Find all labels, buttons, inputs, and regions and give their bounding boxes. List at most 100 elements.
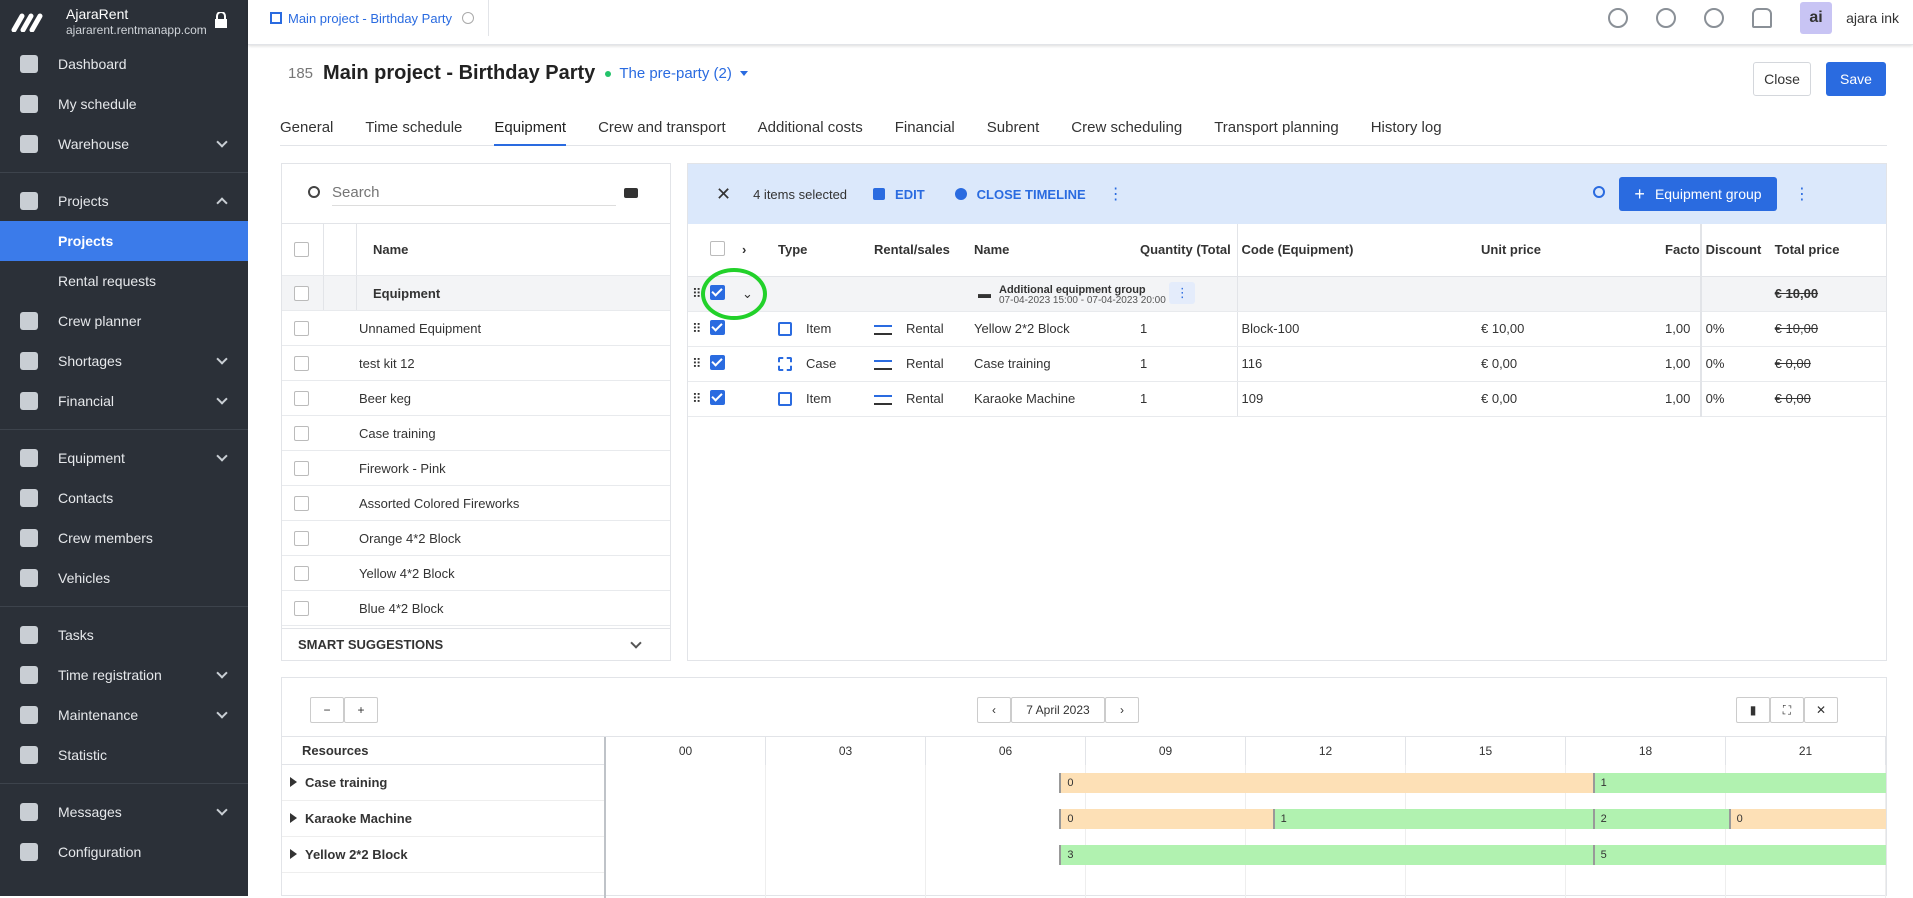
sidebar-item-statistic[interactable]: Statistic <box>0 735 248 775</box>
availability-bar[interactable]: 0 <box>1728 809 1886 829</box>
row-quantity[interactable]: 1 <box>1136 381 1237 417</box>
row-checkbox[interactable] <box>294 600 309 616</box>
resource-row[interactable]: Case training <box>282 765 604 801</box>
availability-bar[interactable]: 0 <box>1059 773 1593 793</box>
close-timeline-button[interactable]: CLOSE TIMELINE <box>954 187 1086 202</box>
tab-history-log[interactable]: History log <box>1371 118 1442 146</box>
tab-transport-planning[interactable]: Transport planning <box>1214 118 1339 146</box>
sidebar-item-time-registration[interactable]: Time registration <box>0 655 248 695</box>
tab-time-schedule[interactable]: Time schedule <box>365 118 462 146</box>
row-unit-price[interactable]: € 10,00 <box>1477 311 1661 347</box>
sidebar-item-warehouse[interactable]: Warehouse <box>0 124 248 164</box>
availability-bar[interactable]: 3 <box>1059 845 1593 865</box>
availability-bar[interactable]: 0 <box>1059 809 1273 829</box>
row-checkbox[interactable] <box>294 285 309 301</box>
availability-bar[interactable]: 5 <box>1592 845 1886 865</box>
row-checkbox[interactable] <box>294 390 309 406</box>
next-day-button[interactable]: › <box>1105 697 1139 723</box>
row-checkbox[interactable] <box>294 565 309 581</box>
group-row[interactable]: ⠿ ⌄ ▬ Additional equipment group 07-04-202… <box>688 276 1886 312</box>
tab-additional-costs[interactable]: Additional costs <box>758 118 863 146</box>
close-timeline-icon[interactable]: ✕ <box>1804 697 1838 723</box>
row-unit-price[interactable]: € 0,00 <box>1477 381 1661 417</box>
list-item[interactable]: Assorted Colored Fireworks <box>282 486 670 521</box>
sidebar-item-maintenance[interactable]: Maintenance <box>0 695 248 735</box>
sidebar-item-crew-members[interactable]: Crew members <box>0 518 248 558</box>
avatar[interactable]: ai <box>1800 2 1833 34</box>
row-factor[interactable]: 1,00 <box>1661 381 1702 417</box>
sidebar-item-tasks[interactable]: Tasks <box>0 615 248 655</box>
sidebar-item-equipment[interactable]: Equipment <box>0 438 248 478</box>
row-quantity[interactable]: 1 <box>1136 311 1237 347</box>
more-options-icon[interactable]: ⋮ <box>1108 184 1124 204</box>
add-equipment-group-button[interactable]: + Equipment group <box>1619 177 1777 211</box>
column-header-discount[interactable]: Discount <box>1700 224 1771 277</box>
row-name[interactable]: Case training <box>970 346 1136 382</box>
expand-icon[interactable] <box>290 813 297 823</box>
table-row[interactable]: ⠿ Item Rental Karaoke Machine 1 109 € 0,… <box>688 381 1886 417</box>
sidebar-item-rental-requests[interactable]: Rental requests <box>0 261 248 301</box>
row-name[interactable]: Karaoke Machine <box>970 381 1136 417</box>
previous-day-button[interactable]: ‹ <box>977 697 1011 723</box>
expand-all-icon[interactable] <box>323 224 357 275</box>
group-options-icon[interactable]: ⋮ <box>1169 281 1196 304</box>
select-all-checkbox[interactable] <box>710 240 725 256</box>
row-checkbox[interactable] <box>294 425 309 441</box>
row-checkbox[interactable] <box>294 355 309 371</box>
list-item[interactable]: Beer keg <box>282 381 670 416</box>
expand-icon[interactable] <box>290 777 297 787</box>
sidebar-item-projects-group[interactable]: Projects <box>0 181 248 221</box>
help-icon[interactable] <box>1704 8 1725 28</box>
folder-row[interactable]: Equipment <box>282 276 670 311</box>
row-checkbox[interactable] <box>710 319 725 335</box>
availability-bar[interactable]: 2 <box>1592 809 1729 829</box>
row-discount[interactable]: 0% <box>1700 381 1771 417</box>
tab-equipment[interactable]: Equipment <box>494 118 567 146</box>
tab-subrent[interactable]: Subrent <box>987 118 1040 146</box>
column-header-name[interactable]: Name <box>970 224 1136 277</box>
search-input[interactable] <box>332 180 616 206</box>
row-checkbox[interactable] <box>710 354 725 370</box>
fullscreen-icon[interactable]: ⛶ <box>1770 697 1804 723</box>
sidebar-item-my-schedule[interactable]: My schedule <box>0 84 248 124</box>
expand-icon[interactable] <box>290 849 297 859</box>
zoom-in-button[interactable]: + <box>344 697 378 723</box>
list-item[interactable]: Orange 4*2 Block <box>282 521 670 556</box>
availability-bar[interactable]: 1 <box>1272 809 1593 829</box>
row-discount[interactable]: 0% <box>1700 311 1771 347</box>
collapse-icon[interactable] <box>323 276 357 310</box>
row-checkbox[interactable] <box>710 389 725 405</box>
row-quantity[interactable]: 1 <box>1136 346 1237 382</box>
drag-handle-icon[interactable]: ⠿ <box>688 311 706 347</box>
drag-handle-icon[interactable]: ⠿ <box>688 346 706 382</box>
tab-crew-and-transport[interactable]: Crew and transport <box>598 118 726 146</box>
zoom-out-button[interactable]: − <box>310 697 344 723</box>
smart-suggestions-toggle[interactable]: SMART SUGGESTIONS <box>282 628 670 660</box>
map-icon[interactable]: ▮ <box>1736 697 1770 723</box>
resource-row[interactable]: Karaoke Machine <box>282 801 604 837</box>
sidebar-item-configuration[interactable]: Configuration <box>0 832 248 872</box>
list-item[interactable]: Case training <box>282 416 670 451</box>
row-checkbox[interactable] <box>294 495 309 511</box>
close-button[interactable]: Close <box>1753 62 1811 96</box>
clear-selection-icon[interactable]: ✕ <box>716 184 731 205</box>
list-item[interactable]: Yellow 4*2 Block <box>282 556 670 591</box>
resource-row[interactable]: Yellow 2*2 Block <box>282 837 604 873</box>
row-checkbox[interactable] <box>294 530 309 546</box>
open-document-tab[interactable]: Main project - Birthday Party <box>270 0 490 36</box>
tab-crew-scheduling[interactable]: Crew scheduling <box>1071 118 1182 146</box>
lock-icon[interactable] <box>214 12 228 28</box>
sidebar-item-messages[interactable]: Messages <box>0 792 248 832</box>
list-item[interactable]: test kit 12 <box>282 346 670 381</box>
bell-icon[interactable] <box>1752 8 1773 28</box>
column-header-quantity[interactable]: Quantity (Total <box>1136 224 1237 277</box>
tag-icon[interactable] <box>624 188 638 198</box>
list-item[interactable]: Blue 4*2 Block <box>282 591 670 626</box>
drag-handle-icon[interactable]: ⠿ <box>688 381 706 417</box>
search-icon[interactable] <box>1593 186 1605 198</box>
sidebar-item-shortages[interactable]: Shortages <box>0 341 248 381</box>
column-header-rental-sales[interactable]: Rental/sales <box>870 224 970 277</box>
column-header-type[interactable]: Type <box>774 224 870 277</box>
sidebar-item-projects[interactable]: Projects <box>0 221 248 261</box>
row-discount[interactable]: 0% <box>1700 346 1771 382</box>
